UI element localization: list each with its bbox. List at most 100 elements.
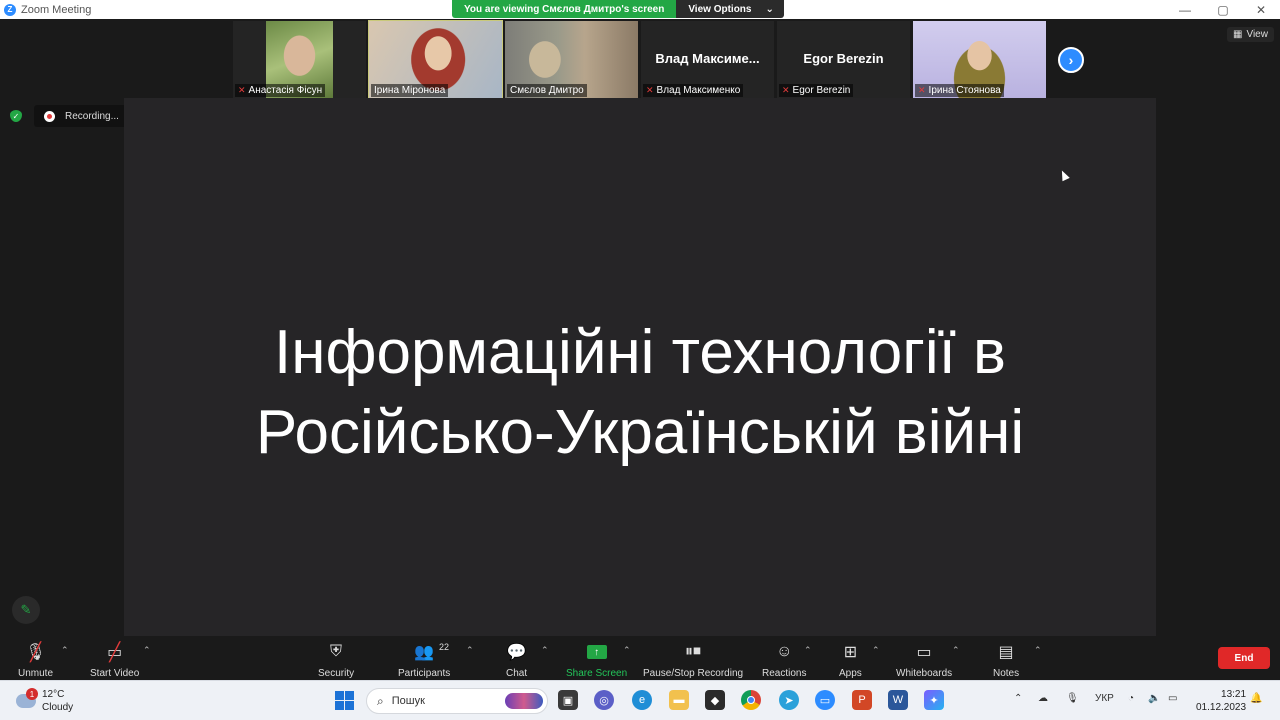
notes-label: Notes: [993, 668, 1020, 679]
next-page-arrow-icon[interactable]: ›: [1058, 47, 1084, 73]
chevron-up-icon[interactable]: ⌃: [804, 645, 812, 656]
whiteboards-button[interactable]: ▭ Whiteboards: [896, 640, 952, 679]
start-video-label: Start Video: [90, 668, 140, 679]
copilot-icon[interactable]: ✦: [924, 690, 944, 710]
participant-name-tag: ✕ Влад Максименко: [643, 84, 744, 97]
windows-start-icon[interactable]: [334, 690, 354, 710]
chat-bubble-icon: 💬: [506, 644, 527, 661]
powerpoint-icon[interactable]: P: [852, 690, 872, 710]
participant-name-tag: Ірина Міронова: [371, 84, 449, 97]
taskbar-clock[interactable]: 13:21 01.12.2023: [1196, 688, 1246, 714]
view-options-button[interactable]: View Options ⌄: [676, 0, 784, 18]
word-icon[interactable]: W: [888, 690, 908, 710]
participant-tile[interactable]: ✕ Ірина Стоянова: [913, 21, 1046, 98]
volume-icon[interactable]: 🔈: [1148, 693, 1160, 704]
chevron-up-icon[interactable]: ⌃: [61, 645, 69, 656]
search-placeholder: Пошук: [391, 695, 425, 707]
mic-muted-icon: ✕: [238, 85, 246, 95]
chrome-icon[interactable]: [741, 690, 761, 710]
chevron-up-icon[interactable]: ⌃: [872, 645, 880, 656]
chevron-up-icon[interactable]: ⌃: [466, 645, 474, 656]
windows-taskbar: 1 12°C Cloudy ⌕ Пошук ▣ ◎ e ▬ ◆ ➤ ▭ P W …: [0, 680, 1280, 720]
whiteboards-label: Whiteboards: [896, 668, 953, 679]
chevron-up-icon[interactable]: ⌃: [1034, 645, 1042, 656]
participant-name: Смєлов Дмитро: [510, 85, 584, 96]
chevron-up-icon[interactable]: ⌃: [1014, 693, 1022, 704]
share-screen-icon: ↑: [586, 645, 607, 659]
mic-muted-icon: 🎙 ╱: [25, 641, 46, 662]
weather-temperature: 12°C: [42, 689, 65, 700]
taskbar-search[interactable]: ⌕ Пошук: [366, 688, 548, 714]
chat-button[interactable]: 💬 Chat: [506, 640, 527, 679]
search-highlight-icon: [505, 693, 543, 709]
encryption-shield-icon[interactable]: ✓: [10, 110, 22, 122]
participant-tile[interactable]: Смєлов Дмитро: [505, 21, 638, 98]
reactions-label: Reactions: [762, 668, 807, 679]
security-button[interactable]: ⛨ Security: [318, 640, 354, 679]
minimize-button[interactable]: —: [1166, 0, 1204, 19]
window-controls: — ▢ ✕: [1166, 0, 1280, 19]
wifi-icon[interactable]: ◔: [1128, 693, 1134, 704]
view-options-label: View Options: [688, 3, 752, 15]
annotate-pencil-icon[interactable]: ✎: [12, 596, 40, 624]
end-meeting-button[interactable]: End: [1218, 647, 1270, 669]
participant-name-tag: Смєлов Дмитро: [507, 84, 587, 97]
telegram-icon[interactable]: ➤: [779, 690, 799, 710]
slide-title-line: Російсько-Українській війні: [255, 398, 1025, 467]
network-cloud-icon[interactable]: ☁: [1038, 693, 1048, 704]
unmute-button[interactable]: 🎙 ╱ Unmute: [18, 640, 54, 680]
pause-stop-recording-label: Pause/Stop Recording: [643, 668, 744, 679]
participant-name-tag: ✕ Анастасія Фісун: [235, 84, 326, 97]
unmute-label: Unmute: [18, 668, 54, 679]
task-view-icon[interactable]: ▣: [558, 690, 578, 710]
view-button-label: View: [1246, 29, 1268, 40]
pause-stop-recording-button[interactable]: ⏸⏹ Pause/Stop Recording: [643, 640, 743, 679]
viewing-screen-label: You are viewing Смєлов Дмитро's screen: [452, 0, 677, 18]
participant-tile[interactable]: ✕ Анастасія Фісун: [233, 21, 366, 98]
start-video-button[interactable]: ▭ ╱ Start Video: [90, 640, 140, 680]
participant-name: Анастасія Фісун: [248, 85, 323, 96]
share-screen-button[interactable]: ↑ Share Screen: [566, 640, 627, 679]
slide-title: Інформаційні технології в Російсько-Укра…: [124, 313, 1156, 473]
mic-muted-icon: ✕: [782, 85, 790, 95]
chevron-up-icon[interactable]: ⌃: [143, 645, 151, 656]
participant-tile[interactable]: Влад Максиме... ✕ Влад Максименко: [641, 21, 774, 98]
teams-chat-icon[interactable]: ◎: [594, 690, 614, 710]
file-explorer-icon[interactable]: ▬: [669, 690, 689, 710]
slide-title-line: Інформаційні технології в: [273, 318, 1006, 387]
chevron-up-icon[interactable]: ⌃: [623, 645, 631, 656]
chevron-up-icon[interactable]: ⌃: [541, 645, 549, 656]
participants-count: 22: [439, 642, 450, 652]
notification-badge: 1: [26, 688, 38, 700]
window-title: Zoom Meeting: [21, 3, 92, 16]
zoom-app-icon[interactable]: ▭: [815, 690, 835, 710]
notification-bell-icon[interactable]: 🔔: [1250, 693, 1262, 704]
zoom-logo-icon: Z: [4, 3, 16, 16]
reactions-emoji-icon: ☺: [776, 643, 793, 660]
language-indicator[interactable]: УКР: [1095, 693, 1114, 704]
share-screen-wrapper: ↑: [586, 640, 607, 664]
maximize-button[interactable]: ▢: [1204, 0, 1242, 19]
meeting-toolbar: 🎙 ╱ Unmute ⌃ ▭ ╱ Start Video ⌃ ⛨ Security …: [0, 636, 1280, 680]
chevron-up-icon[interactable]: ⌃: [952, 645, 960, 656]
recording-dot-icon: [44, 110, 55, 122]
clock-date: 01.12.2023: [1196, 702, 1247, 713]
edge-browser-icon[interactable]: e: [632, 690, 652, 710]
reactions-button[interactable]: ☺ Reactions: [762, 640, 806, 679]
pause-stop-icon: ⏸⏹: [685, 643, 702, 660]
whiteboard-icon: ▭: [916, 644, 932, 661]
close-button[interactable]: ✕: [1242, 0, 1280, 19]
battery-icon[interactable]: ▭: [1168, 693, 1177, 704]
clock-time: 13:21: [1221, 689, 1247, 700]
participant-display-name: Влад Максиме...: [655, 51, 760, 66]
store-icon[interactable]: ◆: [705, 690, 725, 710]
apps-button[interactable]: ⊞ Apps: [839, 640, 862, 679]
notes-button[interactable]: ▤ Notes: [993, 640, 1019, 679]
notes-icon: ▤: [998, 644, 1014, 661]
microphone-icon[interactable]: 🎙: [1066, 693, 1079, 704]
shared-screen: Інформаційні технології в Російсько-Укра…: [124, 98, 1156, 636]
participant-tile[interactable]: Ірина Міронова: [368, 20, 503, 99]
participant-tile[interactable]: Egor Berezin ✕ Egor Berezin: [777, 21, 910, 98]
weather-widget[interactable]: 1 12°C Cloudy: [16, 688, 73, 714]
view-button[interactable]: ▦ View: [1227, 27, 1274, 42]
